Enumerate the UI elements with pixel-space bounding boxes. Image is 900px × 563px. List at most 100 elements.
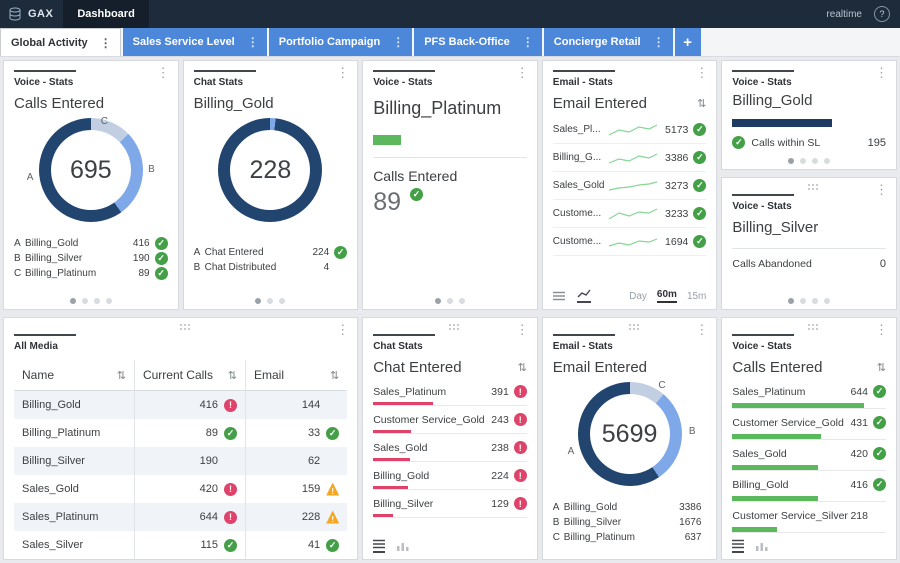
widget-menu-icon[interactable]: ⋮ bbox=[511, 64, 534, 81]
pagination-dots[interactable] bbox=[722, 158, 896, 164]
column-header-current-calls[interactable]: Current Calls⇅ bbox=[134, 360, 245, 390]
tab-concierge-retail[interactable]: Concierge Retail ⋮ bbox=[544, 28, 673, 56]
widget-menu-icon[interactable]: ⋮ bbox=[870, 181, 893, 198]
page-dot[interactable] bbox=[824, 298, 830, 304]
list-view-icon[interactable] bbox=[373, 539, 385, 553]
status-icon: ! bbox=[326, 511, 339, 524]
list-item: Custome... 1694 ✓ bbox=[553, 228, 707, 256]
widget-menu-icon[interactable]: ⋮ bbox=[511, 321, 534, 338]
drag-handle-icon[interactable] bbox=[629, 324, 631, 326]
page-dot[interactable] bbox=[82, 298, 88, 304]
pagination-dots[interactable] bbox=[4, 298, 178, 304]
period-day[interactable]: Day bbox=[629, 291, 647, 302]
pagination-dots[interactable] bbox=[722, 298, 896, 304]
chart-view-icon[interactable] bbox=[756, 541, 768, 551]
widget-menu-icon[interactable]: ⋮ bbox=[870, 64, 893, 81]
widget-menu-icon[interactable]: ⋮ bbox=[690, 64, 713, 81]
item-value: 3386 bbox=[665, 152, 688, 164]
sort-icon[interactable]: ⇅ bbox=[117, 369, 126, 382]
tab-menu-icon[interactable]: ⋮ bbox=[388, 35, 408, 49]
legend-item: A Chat Entered 224 ✓ bbox=[194, 246, 348, 259]
period-15m[interactable]: 15m bbox=[687, 291, 706, 302]
column-header-name[interactable]: Name⇅ bbox=[14, 360, 134, 390]
widget-menu-icon[interactable]: ⋮ bbox=[331, 64, 354, 81]
status-icon: ! bbox=[224, 511, 237, 524]
list-view-icon[interactable] bbox=[553, 291, 565, 301]
status-icon: ✓ bbox=[873, 478, 886, 491]
value-bar bbox=[732, 465, 818, 470]
item-name: Customer Service_Gold bbox=[373, 414, 491, 426]
tab-label: PFS Back-Office bbox=[424, 36, 510, 48]
page-dot[interactable] bbox=[447, 298, 453, 304]
drag-handle-icon[interactable] bbox=[449, 324, 451, 326]
legend-item: A Billing_Gold 3386 bbox=[553, 501, 707, 514]
drag-handle-icon[interactable] bbox=[808, 324, 810, 326]
pagination-dots[interactable] bbox=[363, 298, 537, 304]
subtitle-rule bbox=[14, 334, 76, 336]
page-dot[interactable] bbox=[459, 298, 465, 304]
sort-icon[interactable]: ⇅ bbox=[518, 361, 527, 374]
widget-menu-icon[interactable]: ⋮ bbox=[331, 321, 354, 338]
tab-menu-icon[interactable]: ⋮ bbox=[243, 35, 263, 49]
tab-global-activity[interactable]: Global Activity ⋮ bbox=[0, 28, 121, 56]
table-row[interactable]: Billing_Silver 190 62 bbox=[14, 447, 347, 475]
widget-subtitle: Email - Stats bbox=[553, 77, 707, 88]
page-dot[interactable] bbox=[800, 158, 806, 164]
page-dot[interactable] bbox=[94, 298, 100, 304]
widget-menu-icon[interactable]: ⋮ bbox=[690, 321, 713, 338]
page-dot[interactable] bbox=[106, 298, 112, 304]
chart-view-icon[interactable] bbox=[577, 289, 591, 303]
period-60m[interactable]: 60m bbox=[657, 289, 677, 303]
table-row[interactable]: Billing_Gold 416! 144 bbox=[14, 391, 347, 419]
tab-sales-service-level[interactable]: Sales Service Level ⋮ bbox=[123, 28, 267, 56]
list-item: Sales_Gold420✓ bbox=[732, 440, 886, 471]
page-dot[interactable] bbox=[435, 298, 441, 304]
page-dot[interactable] bbox=[824, 158, 830, 164]
tab-menu-icon[interactable]: ⋮ bbox=[96, 36, 116, 50]
cell-value: 420 bbox=[200, 483, 218, 495]
widget-subtitle: Voice - Stats bbox=[14, 77, 168, 88]
page-dot[interactable] bbox=[255, 298, 261, 304]
drag-handle-icon[interactable] bbox=[808, 184, 810, 186]
nav-dashboard[interactable]: Dashboard bbox=[63, 0, 148, 28]
widget-menu-icon[interactable]: ⋮ bbox=[152, 64, 175, 81]
table-row[interactable]: Sales_Silver 115✓ 41✓ bbox=[14, 531, 347, 559]
drag-handle-icon[interactable] bbox=[180, 324, 182, 326]
sort-icon[interactable]: ⇅ bbox=[877, 361, 886, 374]
metric-value-row: 89 ✓ bbox=[373, 188, 527, 217]
page-dot[interactable] bbox=[788, 158, 794, 164]
page-dot[interactable] bbox=[279, 298, 285, 304]
sort-icon[interactable]: ⇅ bbox=[697, 97, 706, 110]
page-dot[interactable] bbox=[800, 298, 806, 304]
page-dot[interactable] bbox=[812, 298, 818, 304]
tab-menu-icon[interactable]: ⋮ bbox=[649, 35, 669, 49]
item-name: Sales_Gold bbox=[373, 442, 491, 454]
add-tab-button[interactable]: + bbox=[675, 28, 701, 56]
donut-chart: 695 A B C bbox=[25, 118, 157, 234]
list-item: Billing_G... 3386 ✓ bbox=[553, 144, 707, 172]
table-row[interactable]: Sales_Gold 420! 159! bbox=[14, 475, 347, 503]
tab-menu-icon[interactable]: ⋮ bbox=[518, 35, 538, 49]
chart-view-icon[interactable] bbox=[397, 541, 409, 551]
donut-total: 5699 bbox=[602, 420, 658, 449]
pagination-dots[interactable] bbox=[184, 298, 358, 304]
widget-menu-icon[interactable]: ⋮ bbox=[870, 321, 893, 338]
widget-chat-billing-gold: ⋮ Chat Stats Billing_Gold 228 A Chat Ent… bbox=[183, 60, 359, 310]
page-dot[interactable] bbox=[788, 298, 794, 304]
status-icon: ✓ bbox=[155, 252, 168, 265]
value-bar bbox=[373, 486, 407, 489]
table-row[interactable]: Sales_Platinum 644! 228! bbox=[14, 503, 347, 531]
tab-portfolio-campaign[interactable]: Portfolio Campaign ⋮ bbox=[269, 28, 412, 56]
list-view-icon[interactable] bbox=[732, 539, 744, 553]
legend-item: B Billing_Silver 190 ✓ bbox=[14, 252, 168, 265]
list-item: Billing_Silver129! bbox=[373, 490, 527, 518]
page-dot[interactable] bbox=[812, 158, 818, 164]
page-dot[interactable] bbox=[267, 298, 273, 304]
page-dot[interactable] bbox=[70, 298, 76, 304]
table-row[interactable]: Billing_Platinum 89✓ 33✓ bbox=[14, 419, 347, 447]
tab-pfs-back-office[interactable]: PFS Back-Office ⋮ bbox=[414, 28, 542, 56]
column-header-email[interactable]: Email⇅ bbox=[245, 360, 347, 390]
sort-icon[interactable]: ⇅ bbox=[330, 369, 339, 382]
help-icon[interactable]: ? bbox=[874, 6, 890, 22]
sort-icon[interactable]: ⇅ bbox=[228, 369, 237, 382]
